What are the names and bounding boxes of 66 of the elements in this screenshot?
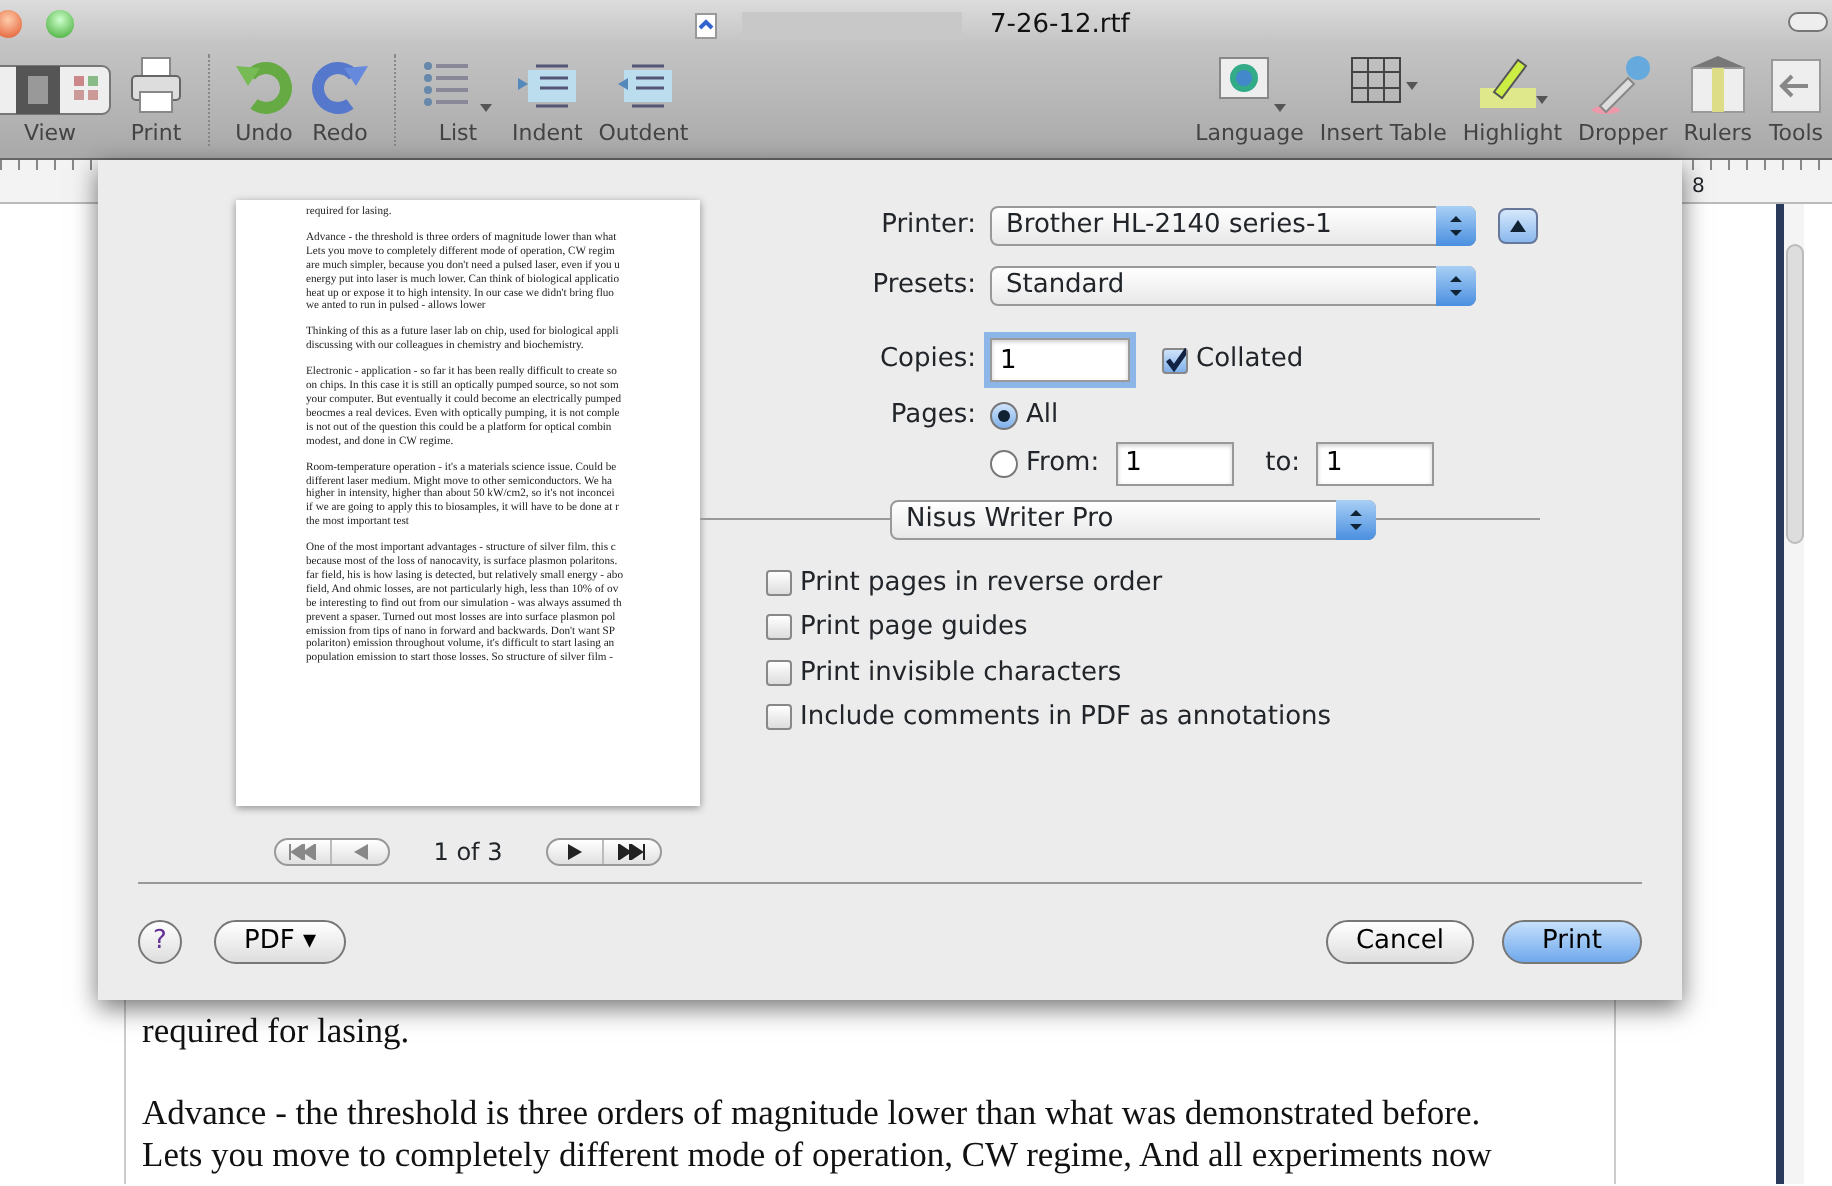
toolbar-list-button[interactable]: List (412, 52, 504, 146)
globe-flag-icon (1213, 52, 1286, 116)
checkbox-label: Collated (1196, 342, 1304, 379)
option-checkbox[interactable] (766, 614, 792, 641)
radio-label: All (1026, 398, 1059, 434)
field-label: Copies: (877, 342, 976, 379)
dropper-icon (1590, 52, 1655, 116)
scroll-thumb[interactable] (1786, 244, 1804, 544)
toolbar-insert-table-button[interactable]: Insert Table (1311, 52, 1455, 146)
close-button[interactable] (0, 10, 22, 38)
zoom-button[interactable] (46, 10, 74, 38)
collated-checkbox[interactable] (1162, 347, 1188, 373)
toolbar-language-button[interactable]: Language (1187, 52, 1312, 146)
printer-icon (128, 52, 184, 116)
toolbar-highlight-button[interactable]: Highlight (1454, 52, 1571, 146)
toolbar-print-button[interactable]: Print (120, 52, 192, 146)
help-button[interactable]: ? (138, 920, 182, 964)
toolbar-rulers-button[interactable]: Rulers (1675, 52, 1760, 146)
stepper-arrows-icon (1436, 206, 1476, 246)
radio-button[interactable] (990, 401, 1018, 430)
stepper-arrows-icon (1436, 266, 1476, 306)
printer-popup[interactable]: Brother HL-2140 series-1 (990, 206, 1476, 246)
left-triangle-icon (351, 844, 368, 860)
checkbox-label: Print page guides (800, 610, 1028, 646)
option-checkbox[interactable] (766, 704, 792, 731)
body-text-line: Lets you move to completely different mode of operation, CW regime, And all experiments now (142, 1134, 1494, 1176)
toolbar-view-control[interactable]: View (0, 52, 120, 146)
skip-back-icon (288, 844, 317, 860)
disclosure-button[interactable] (1498, 208, 1538, 244)
toolbar-outdent-button[interactable]: Outdent (590, 52, 697, 146)
radio-button[interactable] (990, 449, 1018, 477)
option-checkbox[interactable] (766, 659, 792, 686)
checkbox-label: Print pages in reverse order (800, 565, 1163, 601)
print-button[interactable]: Print (1502, 920, 1642, 964)
toolbar-redo-button[interactable]: Redo (302, 52, 378, 146)
section-popup[interactable]: Nisus Writer Pro (890, 499, 1376, 539)
option-checkbox[interactable] (766, 569, 792, 596)
page-indicator: 1 of 3 (433, 836, 503, 870)
toolbar-undo-button[interactable]: Undo (226, 52, 302, 146)
field-label: to: (1265, 445, 1301, 482)
cancel-button[interactable]: Cancel (1325, 920, 1474, 964)
field-label: Printer: (879, 208, 976, 245)
to-field[interactable]: 1 (1316, 441, 1435, 485)
up-triangle-icon (1510, 220, 1526, 232)
window-title: 7-26-12.rtf (990, 8, 1130, 44)
skip-forward-icon (618, 844, 647, 860)
toolbar-dropper-button[interactable]: Dropper (1570, 52, 1676, 146)
stepper-arrows-icon (1336, 499, 1376, 539)
toolbar-toggle-button[interactable] (1788, 12, 1828, 32)
radio-label: From: (1026, 445, 1100, 482)
copies-field[interactable]: 1 (990, 338, 1130, 382)
body-text-line: Advance - the threshold is three orders of magnitude lower than what was demonstrated before. (142, 1092, 1483, 1134)
field-label: Presets: (870, 268, 976, 305)
pdf-menu-button[interactable]: PDF ▾ (214, 920, 346, 964)
document-icon (694, 11, 718, 40)
ruler-number: 8 (1692, 174, 1705, 202)
right-triangle-icon (567, 844, 584, 860)
body-text-line: required for lasing. (142, 1010, 412, 1052)
toolbar-indent-button[interactable]: Indent (504, 52, 591, 146)
radio-dot-icon (998, 409, 1010, 422)
checkbox-label: Include comments in PDF as annotations (800, 700, 1332, 736)
toolbar-tools-button[interactable]: Tools (1760, 52, 1832, 146)
checkbox-label: Print invisible characters (800, 655, 1122, 691)
presets-popup[interactable]: Standard (990, 266, 1476, 306)
field-label: Pages: (888, 398, 976, 434)
from-field[interactable]: 1 (1115, 441, 1234, 485)
